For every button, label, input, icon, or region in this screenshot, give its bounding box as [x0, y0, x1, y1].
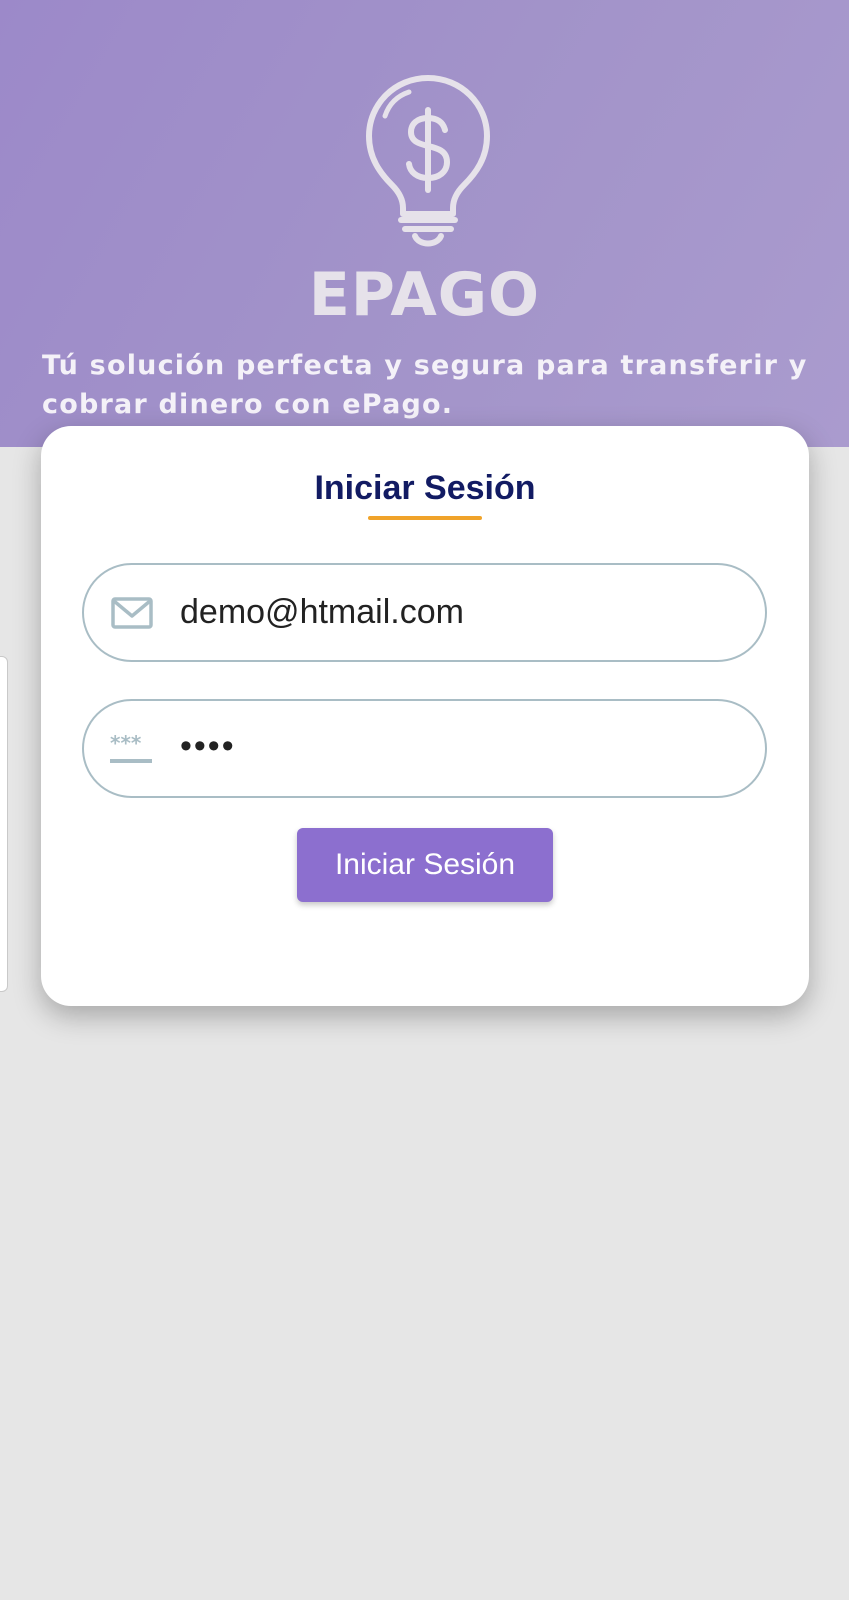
login-title: Iniciar Sesión	[314, 469, 536, 507]
brand-name: EPAGO	[308, 260, 541, 330]
hero-header: EPAGO Tú solución perfecta y segura para…	[0, 0, 849, 447]
brand-tagline: Tú solución perfecta y segura para trans…	[42, 350, 808, 420]
lightbulb-dollar-icon	[366, 75, 490, 247]
password-asterisks-icon: ***	[110, 731, 152, 763]
password-value[interactable]: ••••	[180, 701, 236, 796]
brand-logo: EPAGO	[0, 70, 849, 330]
email-value[interactable]: demo@htmail.com	[180, 565, 464, 660]
password-field[interactable]: *** ••••	[82, 699, 767, 798]
email-field[interactable]: demo@htmail.com	[82, 563, 767, 662]
offscreen-panel-edge	[0, 656, 8, 992]
login-screen: EPAGO Tú solución perfecta y segura para…	[0, 0, 849, 1600]
svg-text:***: ***	[110, 731, 142, 755]
envelope-icon	[111, 597, 153, 629]
title-underline	[368, 516, 482, 520]
login-button[interactable]: Iniciar Sesión	[297, 828, 553, 902]
login-card: Iniciar Sesión demo@htmail.com *** •••• …	[41, 426, 809, 1006]
